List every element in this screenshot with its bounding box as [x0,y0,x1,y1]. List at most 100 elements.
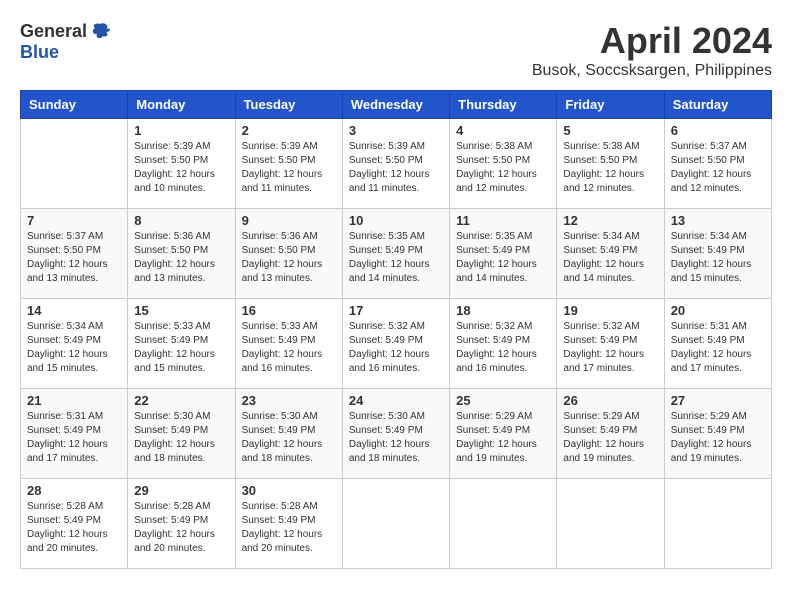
calendar-cell: 22 Sunrise: 5:30 AM Sunset: 5:49 PM Dayli… [128,389,235,479]
day-info: Sunrise: 5:31 AM Sunset: 5:49 PM Dayligh… [27,410,121,466]
calendar-cell [450,479,557,569]
calendar-cell: 27Sunrise: 5:29 AM Sunset: 5:49 PM Dayli… [664,389,771,479]
calendar-cell: 5 Sunrise: 5:38 AM Sunset: 5:50 PM Daylig… [557,119,664,209]
day-number: 1 [134,123,228,138]
calendar-cell: 17Sunrise: 5:32 AM Sunset: 5:49 PM Dayli… [342,299,449,389]
day-number: 5 [563,123,657,138]
calendar-table: SundayMondayTuesdayWednesdayThursdayFrid… [20,90,772,569]
day-info: Sunrise: 5:34 AM Sunset: 5:49 PM Dayligh… [671,230,765,286]
calendar-header-tuesday: Tuesday [235,91,342,119]
calendar-cell: 11 Sunrise: 5:35 AM Sunset: 5:49 PM Dayli… [450,209,557,299]
calendar-cell [664,479,771,569]
calendar-cell: 26Sunrise: 5:29 AM Sunset: 5:49 PM Dayli… [557,389,664,479]
day-number: 19 [563,303,657,318]
calendar-cell: 2 Sunrise: 5:39 AM Sunset: 5:50 PM Daylig… [235,119,342,209]
day-info: Sunrise: 5:32 AM Sunset: 5:49 PM Dayligh… [456,320,550,376]
calendar-cell: 12Sunrise: 5:34 AM Sunset: 5:49 PM Dayli… [557,209,664,299]
day-info: Sunrise: 5:38 AM Sunset: 5:50 PM Dayligh… [563,140,657,196]
calendar-cell [342,479,449,569]
calendar-cell: 6 Sunrise: 5:37 AM Sunset: 5:50 PM Daylig… [664,119,771,209]
calendar-cell: 15 Sunrise: 5:33 AM Sunset: 5:49 PM Dayli… [128,299,235,389]
day-number: 4 [456,123,550,138]
calendar-week-row-2: 7 Sunrise: 5:37 AM Sunset: 5:50 PM Daylig… [21,209,772,299]
calendar-cell: 1 Sunrise: 5:39 AM Sunset: 5:50 PM Daylig… [128,119,235,209]
day-info: Sunrise: 5:37 AM Sunset: 5:50 PM Dayligh… [27,230,121,286]
day-number: 13 [671,213,765,228]
calendar-cell: 20 Sunrise: 5:31 AM Sunset: 5:49 PM Dayli… [664,299,771,389]
day-number: 18 [456,303,550,318]
day-number: 28 [27,483,121,498]
calendar-header-friday: Friday [557,91,664,119]
day-info: Sunrise: 5:39 AM Sunset: 5:50 PM Dayligh… [134,140,228,196]
logo: General Blue [20,20,111,63]
day-number: 24 [349,393,443,408]
calendar-body: 1 Sunrise: 5:39 AM Sunset: 5:50 PM Daylig… [21,119,772,569]
calendar-week-row-3: 14 Sunrise: 5:34 AM Sunset: 5:49 PM Dayli… [21,299,772,389]
logo-blue-text: Blue [20,42,59,62]
calendar-cell: 30Sunrise: 5:28 AM Sunset: 5:49 PM Dayli… [235,479,342,569]
day-info: Sunrise: 5:37 AM Sunset: 5:50 PM Dayligh… [671,140,765,196]
day-info: Sunrise: 5:28 AM Sunset: 5:49 PM Dayligh… [27,500,121,556]
calendar-cell: 18 Sunrise: 5:32 AM Sunset: 5:49 PM Dayli… [450,299,557,389]
day-number: 7 [27,213,121,228]
calendar-cell: 21Sunrise: 5:31 AM Sunset: 5:49 PM Dayli… [21,389,128,479]
calendar-header-monday: Monday [128,91,235,119]
calendar-cell: 13 Sunrise: 5:34 AM Sunset: 5:49 PM Dayli… [664,209,771,299]
day-info: Sunrise: 5:30 AM Sunset: 5:49 PM Dayligh… [242,410,336,466]
calendar-cell: 10 Sunrise: 5:35 AM Sunset: 5:49 PM Dayli… [342,209,449,299]
day-number: 6 [671,123,765,138]
day-number: 8 [134,213,228,228]
calendar-cell: 29Sunrise: 5:28 AM Sunset: 5:49 PM Dayli… [128,479,235,569]
calendar-cell: 28 Sunrise: 5:28 AM Sunset: 5:49 PM Dayli… [21,479,128,569]
day-info: Sunrise: 5:32 AM Sunset: 5:49 PM Dayligh… [349,320,443,376]
logo-bird-icon [89,20,111,42]
calendar-header-sunday: Sunday [21,91,128,119]
day-info: Sunrise: 5:32 AM Sunset: 5:49 PM Dayligh… [563,320,657,376]
day-info: Sunrise: 5:39 AM Sunset: 5:50 PM Dayligh… [349,140,443,196]
calendar-week-row-5: 28 Sunrise: 5:28 AM Sunset: 5:49 PM Dayli… [21,479,772,569]
calendar-header-row: SundayMondayTuesdayWednesdayThursdayFrid… [21,91,772,119]
day-info: Sunrise: 5:35 AM Sunset: 5:49 PM Dayligh… [349,230,443,286]
day-info: Sunrise: 5:35 AM Sunset: 5:49 PM Dayligh… [456,230,550,286]
calendar-week-row-1: 1 Sunrise: 5:39 AM Sunset: 5:50 PM Daylig… [21,119,772,209]
day-info: Sunrise: 5:30 AM Sunset: 5:49 PM Dayligh… [134,410,228,466]
calendar-cell [557,479,664,569]
calendar-cell [21,119,128,209]
day-number: 22 [134,393,228,408]
calendar-cell: 7 Sunrise: 5:37 AM Sunset: 5:50 PM Daylig… [21,209,128,299]
title-section: April 2024 Busok, Soccsksargen, Philippi… [532,20,772,80]
day-number: 26 [563,393,657,408]
calendar-cell: 4Sunrise: 5:38 AM Sunset: 5:50 PM Daylig… [450,119,557,209]
logo-general-text: General [20,21,87,42]
day-info: Sunrise: 5:30 AM Sunset: 5:49 PM Dayligh… [349,410,443,466]
day-number: 3 [349,123,443,138]
day-info: Sunrise: 5:31 AM Sunset: 5:49 PM Dayligh… [671,320,765,376]
day-number: 20 [671,303,765,318]
day-info: Sunrise: 5:28 AM Sunset: 5:49 PM Dayligh… [134,500,228,556]
day-number: 23 [242,393,336,408]
day-info: Sunrise: 5:36 AM Sunset: 5:50 PM Dayligh… [134,230,228,286]
calendar-cell: 19 Sunrise: 5:32 AM Sunset: 5:49 PM Dayli… [557,299,664,389]
calendar-header-wednesday: Wednesday [342,91,449,119]
day-info: Sunrise: 5:33 AM Sunset: 5:49 PM Dayligh… [134,320,228,376]
calendar-cell: 8 Sunrise: 5:36 AM Sunset: 5:50 PM Daylig… [128,209,235,299]
calendar-cell: 9 Sunrise: 5:36 AM Sunset: 5:50 PM Daylig… [235,209,342,299]
day-info: Sunrise: 5:33 AM Sunset: 5:49 PM Dayligh… [242,320,336,376]
calendar-cell: 25Sunrise: 5:29 AM Sunset: 5:49 PM Dayli… [450,389,557,479]
calendar-week-row-4: 21Sunrise: 5:31 AM Sunset: 5:49 PM Dayli… [21,389,772,479]
day-number: 15 [134,303,228,318]
day-number: 27 [671,393,765,408]
calendar-header-thursday: Thursday [450,91,557,119]
day-number: 2 [242,123,336,138]
day-number: 25 [456,393,550,408]
day-info: Sunrise: 5:39 AM Sunset: 5:50 PM Dayligh… [242,140,336,196]
day-info: Sunrise: 5:34 AM Sunset: 5:49 PM Dayligh… [563,230,657,286]
day-info: Sunrise: 5:36 AM Sunset: 5:50 PM Dayligh… [242,230,336,286]
day-number: 10 [349,213,443,228]
calendar-header-saturday: Saturday [664,91,771,119]
day-number: 9 [242,213,336,228]
day-number: 11 [456,213,550,228]
calendar-cell: 24 Sunrise: 5:30 AM Sunset: 5:49 PM Dayli… [342,389,449,479]
day-info: Sunrise: 5:34 AM Sunset: 5:49 PM Dayligh… [27,320,121,376]
day-number: 14 [27,303,121,318]
